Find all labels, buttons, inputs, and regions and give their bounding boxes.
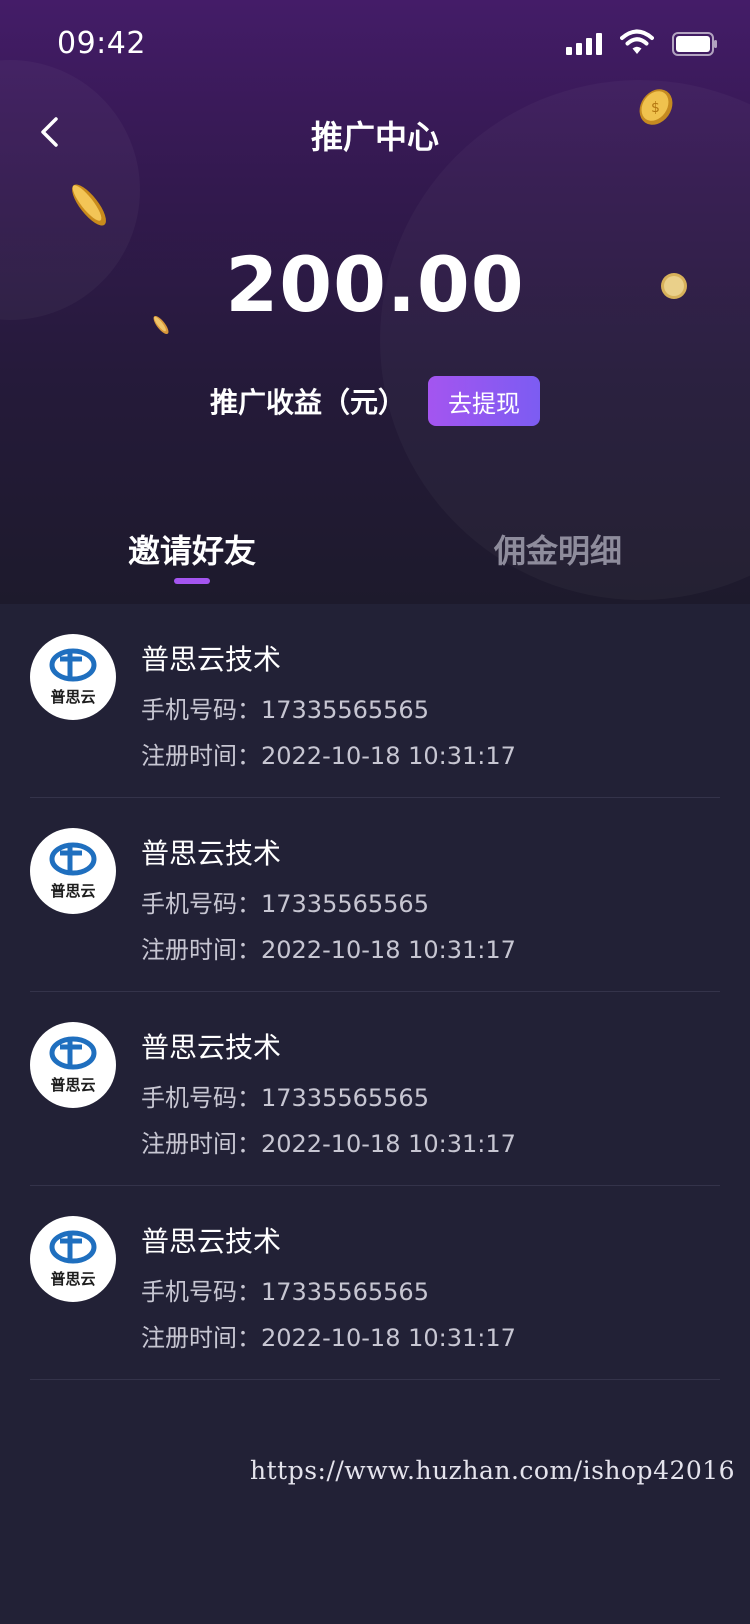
withdraw-button[interactable]: 去提现 [428,376,540,426]
company-logo-icon: 普思云 [49,1230,97,1288]
list-item[interactable]: 普思云 普思云技术 手机号码：17335565565 注册时间：2022-10-… [0,798,750,992]
invitee-phone: 手机号码：17335565565 [141,1278,429,1306]
invitee-register-time: 注册时间：2022-10-18 10:31:17 [141,1130,516,1158]
avatar-text: 普思云 [50,882,95,900]
avatar: 普思云 [30,1022,116,1108]
tab-invite-friends[interactable]: 邀请好友 [128,526,256,572]
wifi-icon [620,29,654,54]
hero-header: 09:42 推广中心 $ 200.00 推广收益（元） 去提现 邀请好友 佣金明… [0,0,750,604]
invitee-name: 普思云技术 [141,643,282,676]
svg-text:$: $ [651,100,660,116]
invitee-register-time: 注册时间：2022-10-18 10:31:17 [141,742,516,770]
company-logo-icon: 普思云 [49,648,97,706]
avatar-text: 普思云 [50,1076,95,1094]
list-item[interactable]: 普思云 普思云技术 手机号码：17335565565 注册时间：2022-10-… [0,1186,750,1380]
earnings-amount: 200.00 [225,240,525,329]
invitee-phone: 手机号码：17335565565 [141,890,429,918]
invitee-phone: 手机号码：17335565565 [141,696,429,724]
divider [30,1379,720,1380]
earnings-row: 推广收益（元） 去提现 [0,376,750,426]
invitee-list: 普思云 普思云技术 手机号码：17335565565 注册时间：2022-10-… [0,604,750,1380]
company-logo-icon: 普思云 [49,842,97,900]
tab-commission-details[interactable]: 佣金明细 [494,526,622,572]
list-item[interactable]: 普思云 普思云技术 手机号码：17335565565 注册时间：2022-10-… [0,992,750,1186]
avatar: 普思云 [30,634,116,720]
earnings-label: 推广收益（元） [209,386,406,419]
background-circle [380,80,750,600]
invitee-name: 普思云技术 [141,837,282,870]
coin-icon [72,184,106,226]
avatar-text: 普思云 [50,688,95,706]
avatar: 普思云 [30,828,116,914]
battery-icon [672,32,717,56]
avatar-text: 普思云 [50,1270,95,1288]
invitee-register-time: 注册时间：2022-10-18 10:31:17 [141,1324,516,1352]
coin-icon: $ [639,89,673,125]
watermark-url: https://www.huzhan.com/ishop42016 [250,1456,736,1485]
avatar: 普思云 [30,1216,116,1302]
list-item[interactable]: 普思云 普思云技术 手机号码：17335565565 注册时间：2022-10-… [0,604,750,798]
invitee-register-time: 注册时间：2022-10-18 10:31:17 [141,936,516,964]
status-bar-time: 09:42 [57,26,146,61]
invitee-name: 普思云技术 [141,1031,282,1064]
cellular-signal-icon [566,33,604,55]
active-tab-indicator [174,578,210,584]
invitee-phone: 手机号码：17335565565 [141,1084,429,1112]
invitee-name: 普思云技术 [141,1225,282,1258]
company-logo-icon: 普思云 [49,1036,97,1094]
